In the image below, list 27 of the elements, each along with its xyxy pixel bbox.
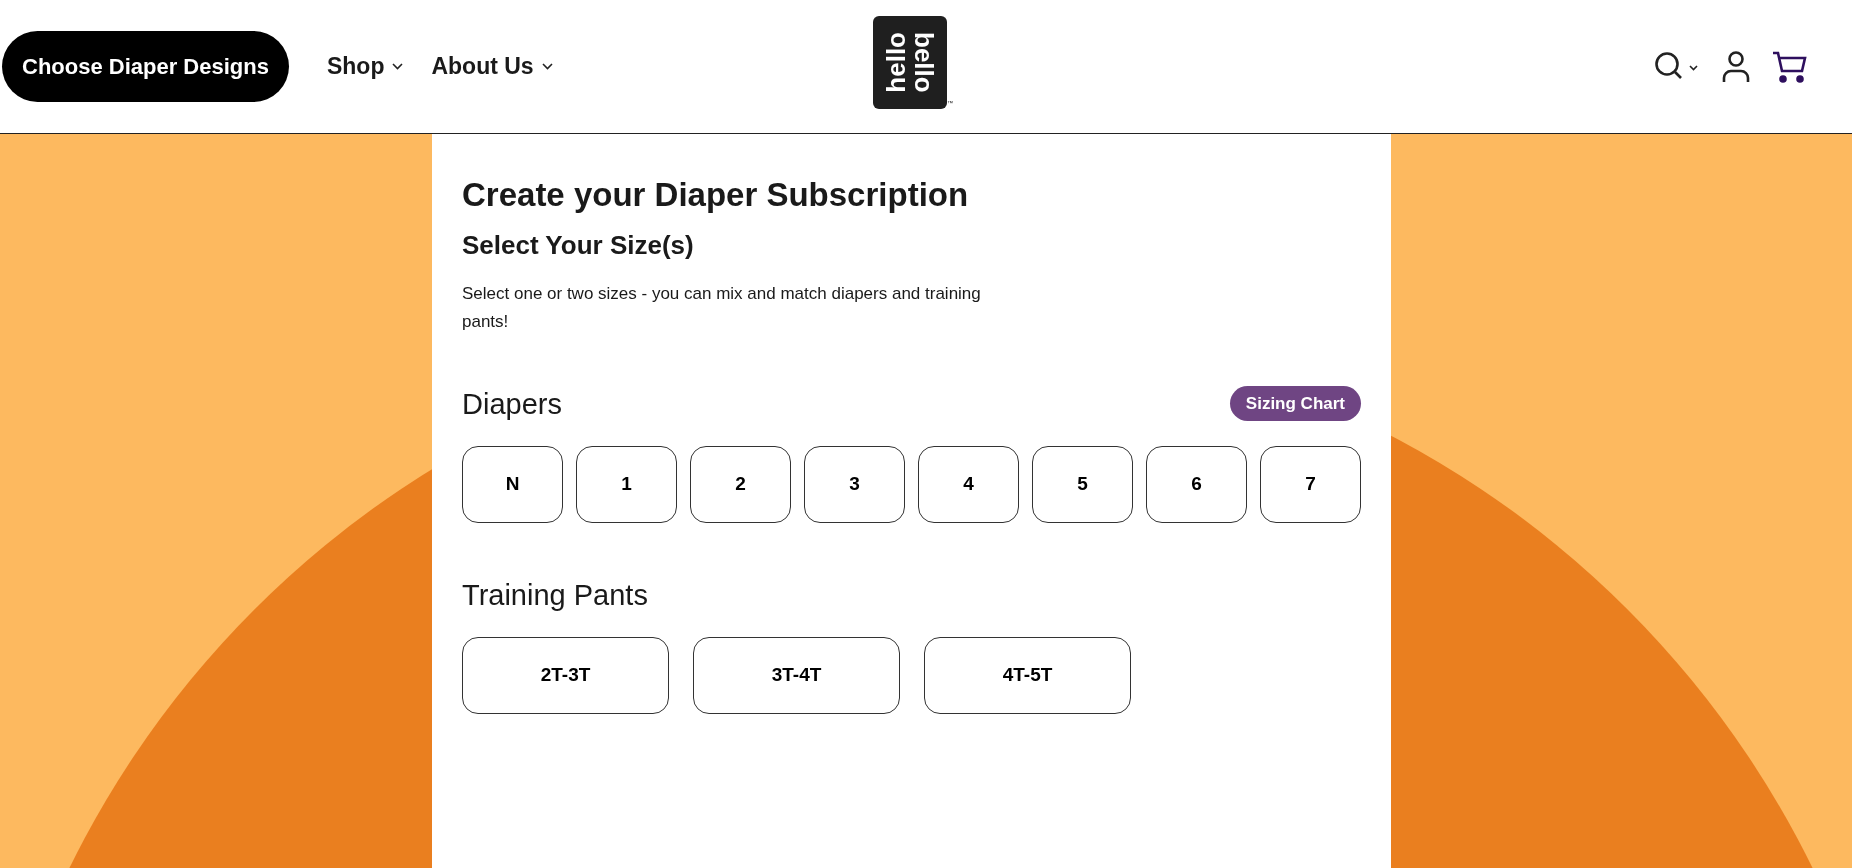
size-option[interactable]: 2T-3T — [462, 636, 669, 714]
sizing-chart-button[interactable]: Sizing Chart — [1229, 386, 1361, 422]
group-heading: Training Pants — [462, 577, 648, 613]
size-option[interactable]: 6 — [1146, 445, 1247, 523]
size-option[interactable]: 3 — [804, 445, 905, 523]
caret-icon — [541, 63, 553, 70]
size-option[interactable]: 4T-5T — [924, 636, 1131, 714]
size-option[interactable]: 5 — [1032, 445, 1133, 523]
nav-link[interactable]: Shop — [326, 49, 404, 84]
nav-link[interactable]: About Us — [431, 49, 553, 84]
size-option[interactable]: 4 — [918, 445, 1019, 523]
size-option[interactable]: 3T-4T — [693, 636, 900, 714]
size-option[interactable]: 2 — [690, 445, 791, 523]
logo[interactable]: hello bello — [873, 16, 947, 109]
logo-text: hello — [883, 32, 909, 93]
section-subtitle: Select Your Size(s) — [462, 229, 695, 262]
account-icon[interactable] — [1722, 50, 1750, 83]
page-title: Create your Diaper Subscription — [462, 175, 970, 215]
logo-text: bello — [911, 32, 937, 93]
caret-icon — [392, 63, 404, 70]
size-option[interactable]: 7 — [1260, 445, 1361, 523]
size-option[interactable]: N — [462, 445, 563, 523]
group-heading: Diapers — [462, 386, 562, 422]
choose-designs-button[interactable]: Choose Diaper Designs — [2, 31, 289, 102]
size-option[interactable]: 1 — [576, 445, 677, 523]
description: Select one or two sizes - you can mix and match diapers and training pants! — [462, 282, 982, 333]
cart-icon[interactable] — [1772, 50, 1808, 83]
